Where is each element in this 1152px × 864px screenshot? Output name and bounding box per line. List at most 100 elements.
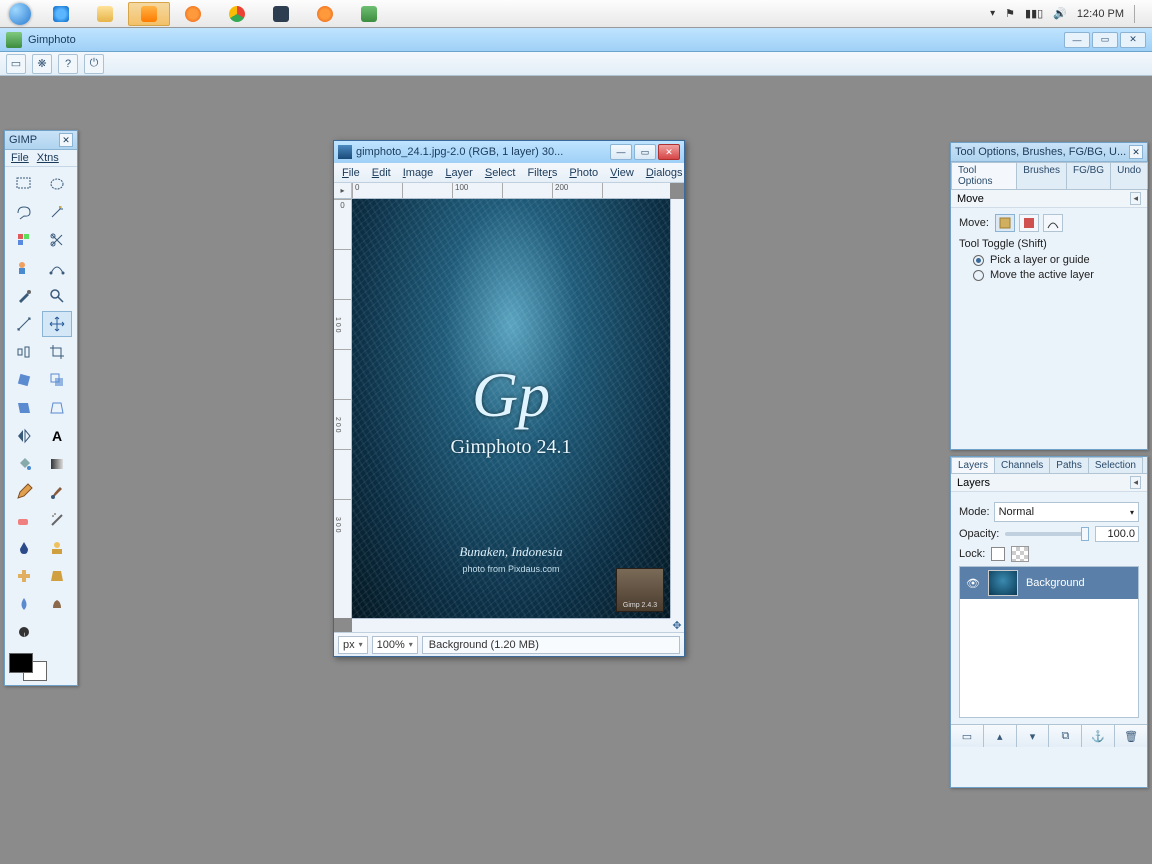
duplicate-layer-button[interactable]: ⧉ — [1049, 725, 1082, 747]
visibility-eye-icon[interactable]: 👁 — [966, 577, 980, 590]
tray-flag-icon[interactable]: ⚑ — [1005, 7, 1015, 20]
unit-selector[interactable]: px — [338, 636, 368, 654]
taskbar-ie[interactable] — [40, 2, 82, 26]
taskbar-gimphoto[interactable] — [348, 2, 390, 26]
menu-dialogs[interactable]: Dialogs — [646, 167, 683, 179]
measure-tool[interactable] — [9, 311, 39, 337]
toolbox-menu-file[interactable]: File — [11, 152, 29, 164]
magic-wand-tool[interactable] — [42, 199, 72, 225]
paintbrush-tool[interactable] — [42, 479, 72, 505]
toolbox-titlebar[interactable]: GIMP ✕ — [5, 131, 77, 150]
move-tool[interactable] — [42, 311, 72, 337]
foreground-select-tool[interactable] — [9, 255, 39, 281]
radio-pick-layer[interactable]: Pick a layer or guide — [973, 254, 1139, 266]
app-maximize-button[interactable]: ▭ — [1092, 32, 1118, 48]
lower-layer-button[interactable]: ▾ — [1017, 725, 1050, 747]
taskbar-explorer[interactable] — [84, 2, 126, 26]
pencil-tool[interactable] — [9, 479, 39, 505]
smudge-tool[interactable] — [42, 591, 72, 617]
taskbar-app1[interactable] — [260, 2, 302, 26]
menu-layer[interactable]: Layer — [445, 167, 473, 179]
lasso-tool[interactable] — [9, 199, 39, 225]
ruler-horizontal[interactable]: 0 100 200 — [352, 183, 670, 199]
help-icon[interactable]: ? — [58, 54, 78, 74]
toolbox-menu-xtns[interactable]: Xtns — [37, 152, 59, 164]
scissors-tool[interactable] — [42, 227, 72, 253]
app-minimize-button[interactable]: — — [1064, 32, 1090, 48]
move-selection-icon[interactable] — [1019, 214, 1039, 232]
ellipse-select-tool[interactable] — [42, 171, 72, 197]
tab-selection[interactable]: Selection — [1088, 457, 1143, 473]
paw-icon[interactable]: ❋ — [32, 54, 52, 74]
lock-alpha-icon[interactable] — [1011, 546, 1029, 562]
ruler-corner[interactable]: ▸ — [334, 183, 352, 199]
tab-menu-icon[interactable]: ◂ — [1130, 192, 1141, 205]
scrollbar-horizontal[interactable] — [352, 618, 670, 632]
tab-brushes[interactable]: Brushes — [1016, 162, 1067, 189]
show-desktop[interactable] — [1134, 5, 1144, 23]
perspective-tool[interactable] — [42, 395, 72, 421]
layer-row[interactable]: 👁 Background — [960, 567, 1138, 599]
airbrush-tool[interactable] — [42, 507, 72, 533]
image-minimize-button[interactable]: — — [610, 144, 632, 160]
radio-move-active[interactable]: Move the active layer — [973, 269, 1139, 281]
tab-fgbg[interactable]: FG/BG — [1066, 162, 1111, 189]
tab-channels[interactable]: Channels — [994, 457, 1050, 473]
lock-pixels-checkbox[interactable] — [991, 547, 1005, 561]
anchor-layer-button[interactable]: ⚓ — [1082, 725, 1115, 747]
tray-volume-icon[interactable]: 🔊 — [1053, 7, 1067, 20]
menu-photo[interactable]: Photo — [569, 167, 598, 179]
mode-selector[interactable]: Normal — [994, 502, 1139, 522]
image-maximize-button[interactable]: ▭ — [634, 144, 656, 160]
canvas[interactable]: Gp Gimphoto 24.1 Bunaken, Indonesia phot… — [352, 199, 670, 618]
align-tool[interactable] — [9, 339, 39, 365]
taskbar-firefox2[interactable] — [304, 2, 346, 26]
zoom-selector[interactable]: 100% — [372, 636, 418, 654]
tab-paths[interactable]: Paths — [1049, 457, 1089, 473]
scale-tool[interactable] — [42, 367, 72, 393]
tool-options-titlebar[interactable]: Tool Options, Brushes, FG/BG, U... ✕ — [951, 143, 1147, 162]
bucket-fill-tool[interactable] — [9, 451, 39, 477]
tab-layers[interactable]: Layers — [951, 457, 995, 473]
rotate-tool[interactable] — [9, 367, 39, 393]
menu-select[interactable]: Select — [485, 167, 516, 179]
layer-name[interactable]: Background — [1026, 577, 1085, 589]
clone-tool[interactable] — [42, 535, 72, 561]
dodge-burn-tool[interactable] — [9, 619, 39, 645]
taskbar-chrome[interactable] — [216, 2, 258, 26]
color-picker-tool[interactable] — [9, 283, 39, 309]
start-button[interactable] — [0, 0, 40, 28]
eraser-tool[interactable] — [9, 507, 39, 533]
tab-tool-options[interactable]: Tool Options — [951, 162, 1017, 189]
delete-layer-button[interactable]: 🗑 — [1115, 725, 1147, 747]
text-tool[interactable]: A — [42, 423, 72, 449]
image-close-button[interactable]: ✕ — [658, 144, 680, 160]
scrollbar-vertical[interactable] — [670, 199, 684, 618]
taskbar-mediaplayer[interactable] — [128, 2, 170, 26]
ruler-vertical[interactable]: 0 1 0 0 2 0 0 3 0 0 — [334, 199, 352, 618]
tab-undo[interactable]: Undo — [1110, 162, 1148, 189]
paths-tool[interactable] — [42, 255, 72, 281]
crop-tool[interactable] — [42, 339, 72, 365]
taskbar-firefox[interactable] — [172, 2, 214, 26]
menu-image[interactable]: Image — [403, 167, 434, 179]
ink-tool[interactable] — [9, 535, 39, 561]
toolbox-close-button[interactable]: ✕ — [59, 133, 73, 147]
rect-select-tool[interactable] — [9, 171, 39, 197]
flip-tool[interactable] — [9, 423, 39, 449]
clock[interactable]: 12:40 PM — [1077, 8, 1124, 20]
power-icon[interactable]: ⏻ — [84, 54, 104, 74]
image-titlebar[interactable]: gimphoto_24.1.jpg-2.0 (RGB, 1 layer) 30.… — [334, 141, 684, 163]
tray-network-icon[interactable]: ▮▮▯ — [1025, 7, 1043, 20]
foreground-color[interactable] — [9, 653, 33, 673]
layers-menu-icon[interactable]: ◂ — [1130, 476, 1141, 489]
navigation-icon[interactable]: ✥ — [670, 618, 684, 632]
opacity-slider[interactable] — [1005, 532, 1089, 536]
zoom-tool[interactable] — [42, 283, 72, 309]
tray-expand-icon[interactable]: ▾ — [990, 8, 995, 19]
perspective-clone-tool[interactable] — [42, 563, 72, 589]
menu-file[interactable]: File — [342, 167, 360, 179]
opacity-value[interactable]: 100.0 — [1095, 526, 1139, 542]
shear-tool[interactable] — [9, 395, 39, 421]
new-window-icon[interactable]: ▭ — [6, 54, 26, 74]
